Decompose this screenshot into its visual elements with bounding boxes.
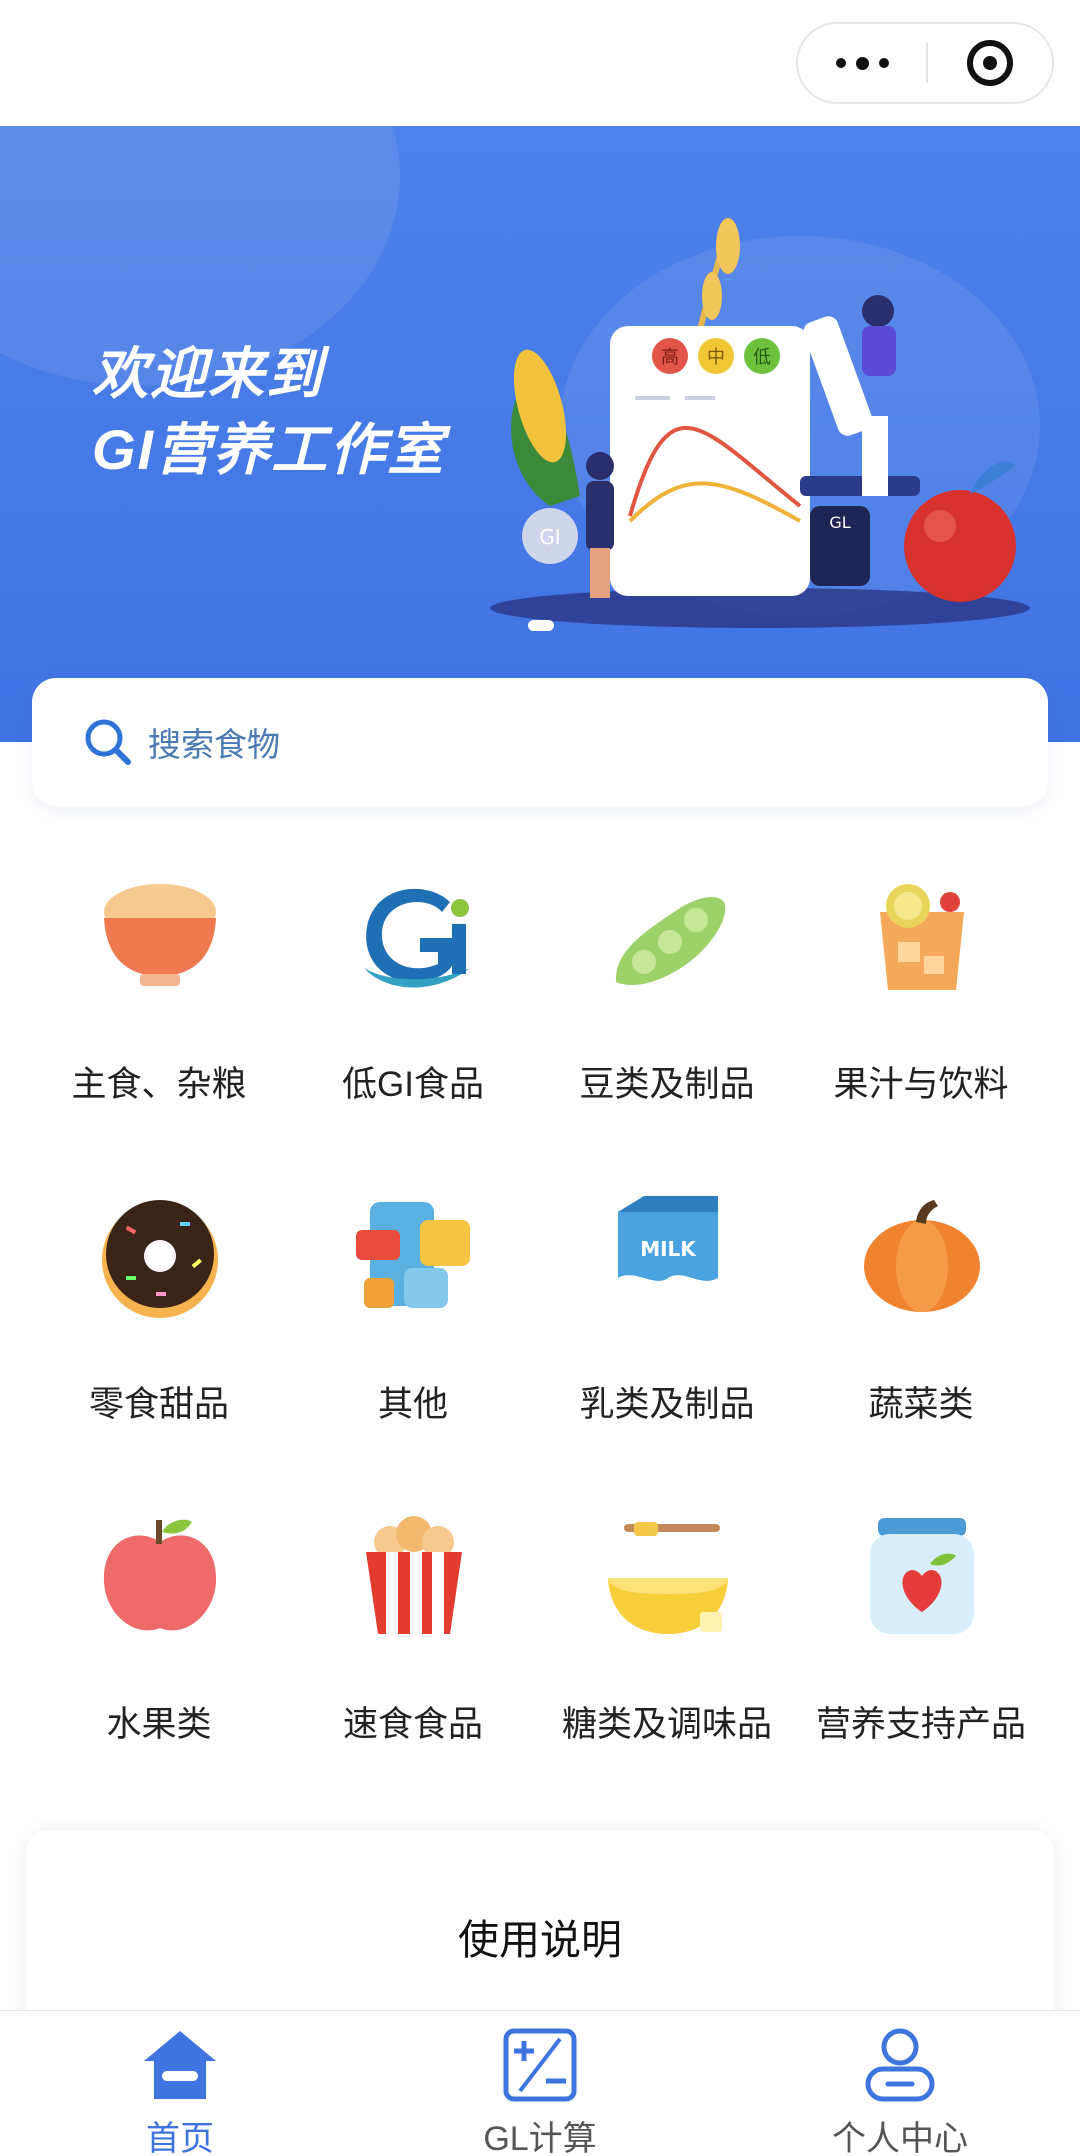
user-icon (865, 2028, 935, 2102)
tab-label: GL计算 (483, 2120, 597, 2156)
milk-carton-icon: MILK (618, 1196, 718, 1314)
home-icon (144, 2031, 216, 2099)
category-other[interactable]: 其他 (286, 1168, 540, 1468)
category-label: 低GI食品 (342, 1065, 484, 1104)
gi-logo-icon (364, 888, 470, 988)
category-beans[interactable]: 豆类及制品 (540, 848, 794, 1148)
donut-icon (102, 1200, 218, 1318)
search-placeholder: 搜索食物 (148, 726, 280, 763)
svg-text:中: 中 (707, 347, 725, 368)
nutrition-jar-icon (870, 1518, 974, 1634)
category-fast-food[interactable]: 速食食品 (286, 1488, 540, 1788)
search-bar[interactable]: 搜索食物 (32, 678, 1048, 806)
pumpkin-icon (864, 1200, 980, 1312)
category-label: 速食食品 (342, 1705, 483, 1744)
category-staple[interactable]: 主食、杂粮 (32, 848, 286, 1148)
apple-icon (103, 1519, 217, 1631)
misc-food-icon (356, 1202, 470, 1308)
svg-text:GL: GL (829, 513, 850, 532)
svg-text:高: 高 (661, 347, 679, 368)
target-close-icon[interactable] (928, 24, 1052, 102)
category-dairy[interactable]: MILK 乳类及制品 (540, 1168, 794, 1468)
search-icon (85, 719, 131, 765)
svg-text:GI: GI (539, 525, 560, 549)
category-low-gi[interactable]: 低GI食品 (286, 848, 540, 1148)
svg-text:低: 低 (753, 347, 771, 368)
calculator-icon (503, 2028, 577, 2102)
more-dots-icon[interactable] (798, 24, 926, 102)
tab-gl-calc[interactable]: GL计算 (360, 2011, 720, 2156)
category-label: 主食、杂粮 (71, 1065, 247, 1104)
category-sugar[interactable]: 糖类及调味品 (540, 1488, 794, 1788)
honey-icon (608, 1522, 728, 1634)
instructions-title: 使用说明 (458, 1917, 622, 1963)
banner-carousel[interactable]: 欢迎来到 GI营养工作室 高 中 低 GL GI (0, 126, 1080, 742)
category-label: 水果类 (106, 1705, 212, 1744)
banner-title: 欢迎来到 GI营养工作室 (92, 342, 446, 481)
category-label: 豆类及制品 (579, 1065, 755, 1104)
tab-home[interactable]: 首页 (0, 2011, 360, 2156)
category-label: 零食甜品 (88, 1385, 229, 1424)
category-label: 果汁与饮料 (833, 1065, 1009, 1104)
popcorn-icon (366, 1516, 462, 1634)
juice-drink-icon (880, 884, 964, 990)
rice-bowl-icon (104, 884, 216, 986)
tab-label: 首页 (146, 2120, 214, 2156)
top-bar (0, 0, 1080, 126)
tab-label: 个人中心 (832, 2120, 968, 2156)
banner-illustration: 高 中 低 GL GI (490, 218, 1030, 628)
svg-text:MILK: MILK (640, 1237, 697, 1261)
category-label: 乳类及制品 (579, 1385, 755, 1424)
category-label: 糖类及调味品 (561, 1705, 772, 1744)
category-vegetables[interactable]: 蔬菜类 (794, 1168, 1048, 1468)
category-nutrition[interactable]: 营养支持产品 (794, 1488, 1048, 1788)
category-label: 蔬菜类 (868, 1385, 974, 1424)
mini-program-capsule (796, 22, 1054, 104)
carousel-indicator[interactable] (528, 620, 554, 631)
soybean-icon (615, 897, 726, 986)
category-label: 营养支持产品 (815, 1705, 1026, 1744)
tab-profile[interactable]: 个人中心 (720, 2011, 1080, 2156)
category-label: 其他 (377, 1385, 448, 1424)
category-drinks[interactable]: 果汁与饮料 (794, 848, 1048, 1148)
category-fruits[interactable]: 水果类 (32, 1488, 286, 1788)
category-snacks[interactable]: 零食甜品 (32, 1168, 286, 1468)
tab-bar: 首页 GL计算 个人中心 (0, 2010, 1080, 2156)
